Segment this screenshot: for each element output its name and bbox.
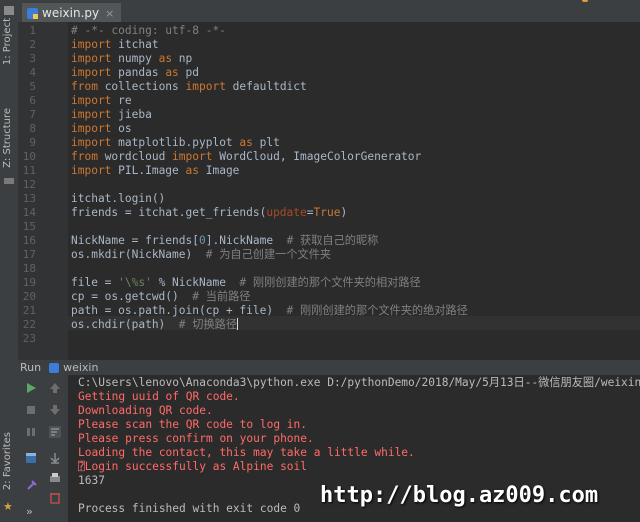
editor-tab-bar: weixin.py × — [18, 0, 640, 23]
run-tool-title: Run — [20, 361, 42, 374]
soft-wrap-icon[interactable] — [48, 425, 62, 439]
watermark-text: http://blog.az009.com — [320, 483, 599, 508]
line-number: 6 — [29, 94, 36, 107]
code-line: from collections import defaultdict — [71, 80, 307, 93]
pin-icon[interactable] — [24, 479, 38, 493]
console-line: ⍰Login successfully as Alpine soil — [78, 460, 308, 473]
run-config-name[interactable]: weixin — [63, 361, 98, 374]
console-line: Process finished with exit code 0 — [78, 502, 301, 515]
line-number: 8 — [29, 122, 36, 135]
star-icon: ★ — [3, 500, 13, 513]
tab-label: weixin.py — [42, 6, 100, 20]
line-number: 2 — [29, 38, 36, 51]
line-number: 9 — [29, 136, 36, 149]
clear-all-icon[interactable] — [48, 491, 62, 505]
run-tool-header: Run weixin — [18, 360, 640, 375]
line-number: 11 — [22, 164, 36, 177]
line-number: 15 — [22, 220, 36, 233]
code-line: path = os.path.join(cp + file) # 刚刚创建的那个… — [71, 304, 468, 317]
code-line: from wordcloud import WordCloud, ImageCo… — [71, 150, 422, 163]
console-line: Please scan the QR code to log in. — [78, 418, 308, 431]
line-number: 20 — [22, 290, 36, 303]
close-tab-icon[interactable]: × — [105, 7, 114, 20]
line-number: 19 — [22, 276, 36, 289]
code-line: import pandas as pd — [71, 66, 200, 79]
code-line: itchat.login() — [71, 192, 166, 205]
line-number: 10 — [22, 150, 36, 163]
code-line: file = '\%s' % NickName # 刚刚创建的那个文件夹的相对路… — [71, 276, 421, 289]
code-line: friends = itchat.get_friends(update=True… — [71, 206, 348, 219]
code-line: import matplotlib.pyplot as plt — [71, 136, 280, 149]
line-number: 22 — [22, 318, 36, 331]
line-number: 13 — [22, 192, 36, 205]
print-icon[interactable] — [48, 471, 62, 485]
line-number: 12 — [22, 178, 36, 191]
code-line: # -*- coding: utf-8 -*- — [71, 24, 226, 37]
stop-icon[interactable] — [24, 403, 38, 417]
code-line: NickName = friends[0].NickName # 获取自己的昵称 — [71, 234, 379, 247]
line-number: 4 — [29, 66, 36, 79]
python-file-icon — [27, 7, 38, 19]
line-number: 14 — [22, 206, 36, 219]
code-line: os.mkdir(NickName) # 为自己创建一个文件夹 — [71, 248, 332, 261]
line-number-gutter: 1 2 3 4 5 6 7 8 9 10 11 12 13 14 15 16 17 18 19 20 21 22 23 — [18, 22, 68, 364]
console-line: 1637 — [78, 474, 105, 487]
run-toolbar: » — [18, 375, 68, 522]
line-number: 3 — [29, 52, 36, 65]
python-run-config-icon — [49, 362, 60, 373]
line-number: 17 — [22, 248, 36, 261]
scroll-down-icon[interactable] — [48, 403, 62, 417]
line-number: 1 — [29, 24, 36, 37]
console-line: Getting uuid of QR code. — [78, 390, 240, 403]
console-line: Loading the contact, this may take a lit… — [78, 446, 415, 459]
favorites-tool-button[interactable]: 2: Favorites — [2, 432, 13, 490]
line-number: 21 — [22, 304, 36, 317]
line-number: 5 — [29, 80, 36, 93]
code-line: import jieba — [71, 108, 152, 121]
code-editor[interactable]: # -*- coding: utf-8 -*- import itchat impo… — [68, 22, 640, 364]
console-line: Downloading QR code. — [78, 404, 213, 417]
line-number: 16 — [22, 234, 36, 247]
code-line: import itchat — [71, 38, 159, 51]
code-line: os.chdir(path) # 切换路径 — [71, 318, 239, 331]
code-line: cp = os.getcwd() # 当前路径 — [71, 290, 251, 303]
scroll-up-icon[interactable] — [48, 381, 62, 395]
code-line: import PIL.Image as Image — [71, 164, 240, 177]
tab-weixin-py[interactable]: weixin.py × — [22, 3, 122, 22]
console-line: Please press confirm on your phone. — [78, 432, 314, 445]
console-line: C:\Users\lenovo\Anaconda3\python.exe D:/… — [78, 376, 640, 389]
rerun-icon[interactable] — [24, 381, 38, 395]
line-number: 23 — [22, 332, 36, 345]
pause-icon[interactable] — [24, 425, 38, 439]
more-tools-icon[interactable]: » — [26, 505, 33, 518]
line-number: 7 — [29, 108, 36, 121]
code-line: import re — [71, 94, 132, 107]
layout-icon[interactable] — [24, 451, 38, 465]
scroll-to-end-icon[interactable] — [48, 451, 62, 465]
project-icon — [4, 6, 14, 15]
code-line: import numpy as np — [71, 52, 193, 65]
line-number: 18 — [22, 262, 36, 275]
code-line: import os — [71, 122, 132, 135]
